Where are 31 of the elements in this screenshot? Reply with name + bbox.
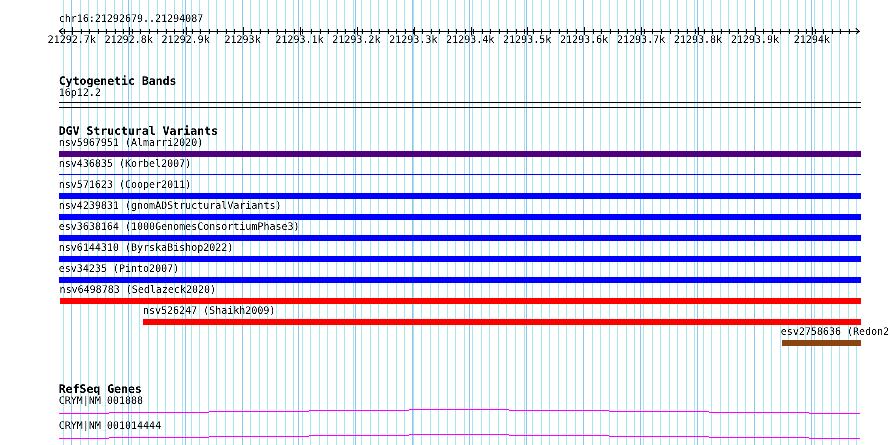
track-title: RefSeq Genes [59,383,142,396]
axis-tick-label: 21293.5k [503,35,552,48]
gene-label: CRYM|NM_001014444 [59,420,162,433]
track-title: Cytogenetic Bands [59,74,177,88]
position-label: chr16:21292679..21294087 [59,14,204,26]
axis-tick-label: 21293.6k [560,35,608,48]
axis-tick-label: 21293.1k [276,35,324,48]
axis-tick-label: 21293.4k [446,35,495,48]
axis-tick-label: 21293.3k [390,35,438,48]
variant-label: nsv571623 (Cooper2011) [59,180,192,192]
axis-tick-label: 21293.8k [674,35,722,48]
variant-label: nsv5967951 (Almarri2020) [59,138,204,150]
track-title: DGV Structural Variants [59,125,218,138]
variant-label: nsv526247 (Shaikh2009) [143,306,276,318]
axis-tick-label: 21293.7k [617,35,666,48]
axis-tick-label: 21293.9k [731,35,780,48]
variant-label: nsv4239831 (gnomADStructuralVariants) [59,201,282,214]
variant-label: esv34235 (Pinto2007) [59,264,180,276]
axis-tick-label: 21294k [794,35,830,48]
axis-tick-label: 21293.2k [332,35,381,48]
axis-tick-label: 21292.8k [104,35,153,48]
variant-label: esv2758636 (Redon2 [781,327,890,340]
band-label: 16p12.2 [59,88,102,100]
axis-tick-label: 21293k [224,35,261,48]
variant-label: esv3638164 (1000GenomesConsortiumPhase3) [59,222,300,234]
variant-label: nsv436835 (Korbel2007) [59,159,192,172]
variant-label: nsv6498783 (Sedlazeck2020) [60,285,216,298]
axis-tick-label: 21292.9k [162,35,210,48]
gene-label: CRYM|NM_001888 [59,396,144,408]
axis-tick-label: 21292.7k [48,35,96,48]
variant-label: nsv6144310 (ByrskaBishop2022) [59,243,234,256]
